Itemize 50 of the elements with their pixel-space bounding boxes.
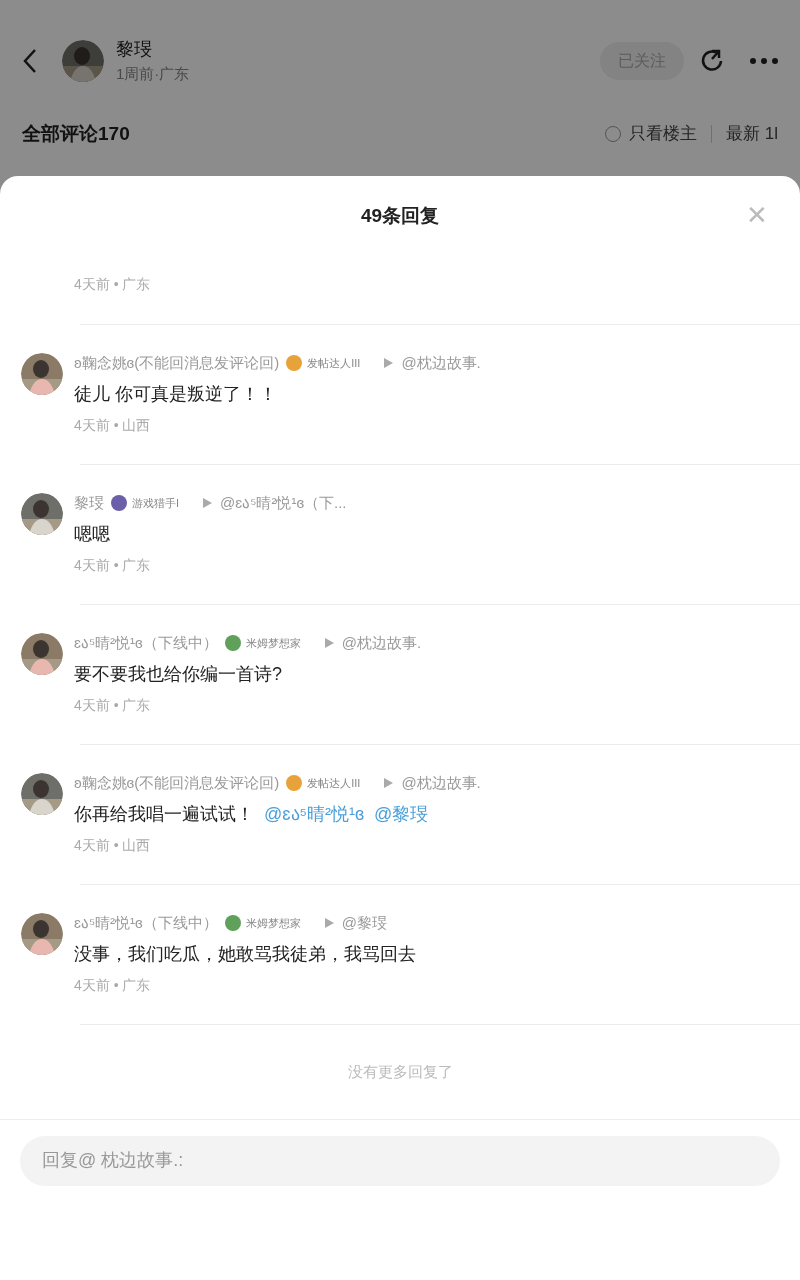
avatar (21, 913, 63, 955)
reply-meta: 4天前 • 山西 (74, 836, 152, 855)
triangle-icon (384, 778, 394, 788)
mention-link[interactable]: @黎琝 (374, 800, 429, 828)
avatar (21, 773, 63, 815)
close-button[interactable]: ✕ (746, 202, 768, 228)
user-name[interactable]: ʚ鞠念姚ɞ(不能回消息发评论回) (74, 771, 280, 795)
reply-target[interactable]: @枕边故事. (341, 631, 422, 655)
reply-meta: 4天前 • 广东 (74, 696, 152, 715)
reply-target[interactable]: @枕边故事. (401, 771, 481, 795)
avatar (21, 493, 63, 535)
badge-label: 发帖达人III (307, 355, 361, 371)
user-name[interactable]: 黎琝 (74, 491, 104, 515)
post-meta: 1周前·广东 (116, 64, 190, 85)
back-icon[interactable] (22, 48, 38, 74)
badge-label: 游戏猎手I (132, 495, 180, 511)
avatar (62, 40, 104, 82)
more-icon[interactable] (750, 58, 778, 64)
badge-label: 米姆梦想家 (245, 915, 301, 931)
triangle-icon (324, 638, 334, 648)
triangle-icon (324, 918, 334, 928)
reply-target[interactable]: @黎琝 (341, 911, 387, 935)
reply-text: 没事，我们吃瓜，她敢骂我徒弟，我骂回去 (74, 942, 416, 966)
mention-link[interactable]: @ɛა⁵晴²悦¹ɞ (264, 800, 365, 828)
author-name: 黎琝 (116, 38, 153, 62)
reply-text: 徒儿 你可真是叛逆了！！ (74, 382, 277, 406)
badge-label: 发帖达人III (307, 775, 361, 791)
comments-title: 全部评论170 (22, 121, 130, 146)
badge-label: 米姆梦想家 (245, 635, 301, 651)
sort-option[interactable]: 最新 1l (726, 121, 778, 147)
reply-text: 你再给我唱一遍试试！ (74, 802, 254, 826)
owner-only-label: 只看楼主 (629, 123, 698, 146)
user-name[interactable]: ɛა⁵晴²悦¹ɞ（下线中） (74, 631, 218, 655)
avatar (21, 633, 63, 675)
sheet-title: 49条回复 (360, 203, 440, 228)
reply-meta: 4天前 • 广东 (74, 976, 152, 995)
avatar (21, 353, 63, 395)
end-note: 没有更多回复了 (347, 1062, 453, 1082)
reply-meta: 4天前 • 广东 (74, 276, 151, 292)
reply-input[interactable]: 回复@ 枕边故事.: (20, 1135, 780, 1186)
reply-target[interactable]: @枕边故事. (401, 351, 481, 375)
triangle-icon (203, 498, 213, 508)
reply-text: 嗯嗯 (74, 522, 110, 546)
user-name[interactable]: ɛა⁵晴²悦¹ɞ（下线中） (74, 911, 218, 935)
user-name[interactable]: ʚ鞠念姚ɞ(不能回消息发评论回) (74, 351, 280, 375)
reply-target[interactable]: @ɛა⁵晴²悦¹ɞ（下... (220, 491, 347, 515)
reply-meta: 4天前 • 山西 (74, 416, 152, 435)
reply-text: 要不要我也给你编一首诗? (74, 662, 282, 686)
reply-meta: 4天前 • 广东 (74, 556, 152, 575)
triangle-icon (384, 358, 394, 368)
